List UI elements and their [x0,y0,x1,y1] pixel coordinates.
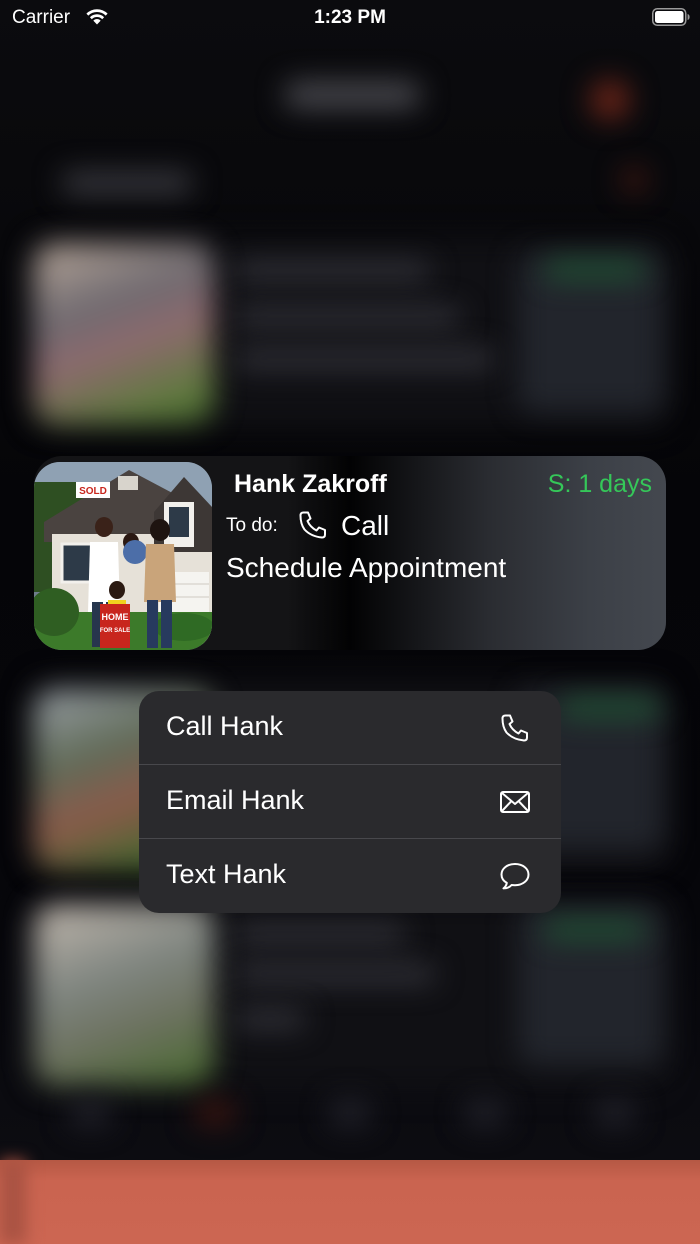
blurred-card-2-status [560,700,660,716]
email-menu-item[interactable]: Email Hank [139,765,561,839]
battery-icon [652,8,690,26]
context-menu: Call Hank Email Hank Text Hank [139,691,561,913]
task-card[interactable]: SOLD HOME FOR SALE Hank Zakroff S: 1 day… [34,456,666,650]
blurred-tab-icon [330,1100,370,1126]
contact-photo: SOLD HOME FOR SALE [34,462,212,650]
blurred-bottom-bar [0,1160,700,1244]
phone-icon [299,511,326,539]
call-menu-item[interactable]: Call Hank [139,691,561,765]
house-family-photo: SOLD HOME FOR SALE [34,462,212,650]
blurred-tab-icon [465,1100,505,1126]
status-bar: Carrier 1:23 PM [0,0,700,36]
todo-label: To do: [226,515,278,536]
blurred-card-1-status [545,262,645,278]
home-sign-text: HOME [102,612,129,622]
blurred-card-1-photo [34,244,214,424]
blurred-nav-title [285,82,420,108]
blurred-card-3-line [235,965,435,983]
bottom-bar-edge [0,1160,26,1244]
todo-action: Call [341,510,390,541]
blurred-tab-icon [195,1100,235,1126]
blurred-section-header [62,172,192,194]
phone-icon [501,714,528,742]
blurred-card-3-line [235,1010,305,1028]
for-sale-sign-text: FOR SALE [100,628,130,634]
blurred-card-1-line [235,308,460,326]
blurred-tab-icon [70,1100,110,1126]
status-time: 1:23 PM [314,7,386,28]
blurred-card-3-status [545,922,645,938]
blurred-card-1-line [235,350,495,368]
blurred-card-1-line [235,262,430,280]
sold-sign-text: SOLD [79,486,107,497]
blurred-section-icon [622,168,646,192]
blurred-card-3-photo [34,905,214,1085]
menu-item-label: Email Hank [166,785,305,815]
blurred-nav-button [590,80,630,120]
menu-item-label: Text Hank [166,859,287,889]
blurred-tab-icon [595,1100,635,1126]
menu-item-label: Call Hank [166,711,284,741]
envelope-icon [500,791,530,813]
days-since-label: S: 1 days [547,470,652,498]
text-menu-item[interactable]: Text Hank [139,839,561,913]
speech-bubble-icon [500,863,530,890]
blurred-card-3-line [235,925,405,943]
screen: Carrier 1:23 PM SOLD HOME FOR SALE Hank … [0,0,700,1244]
task-title: Schedule Appointment [226,552,507,583]
contact-name: Hank Zakroff [234,470,387,498]
